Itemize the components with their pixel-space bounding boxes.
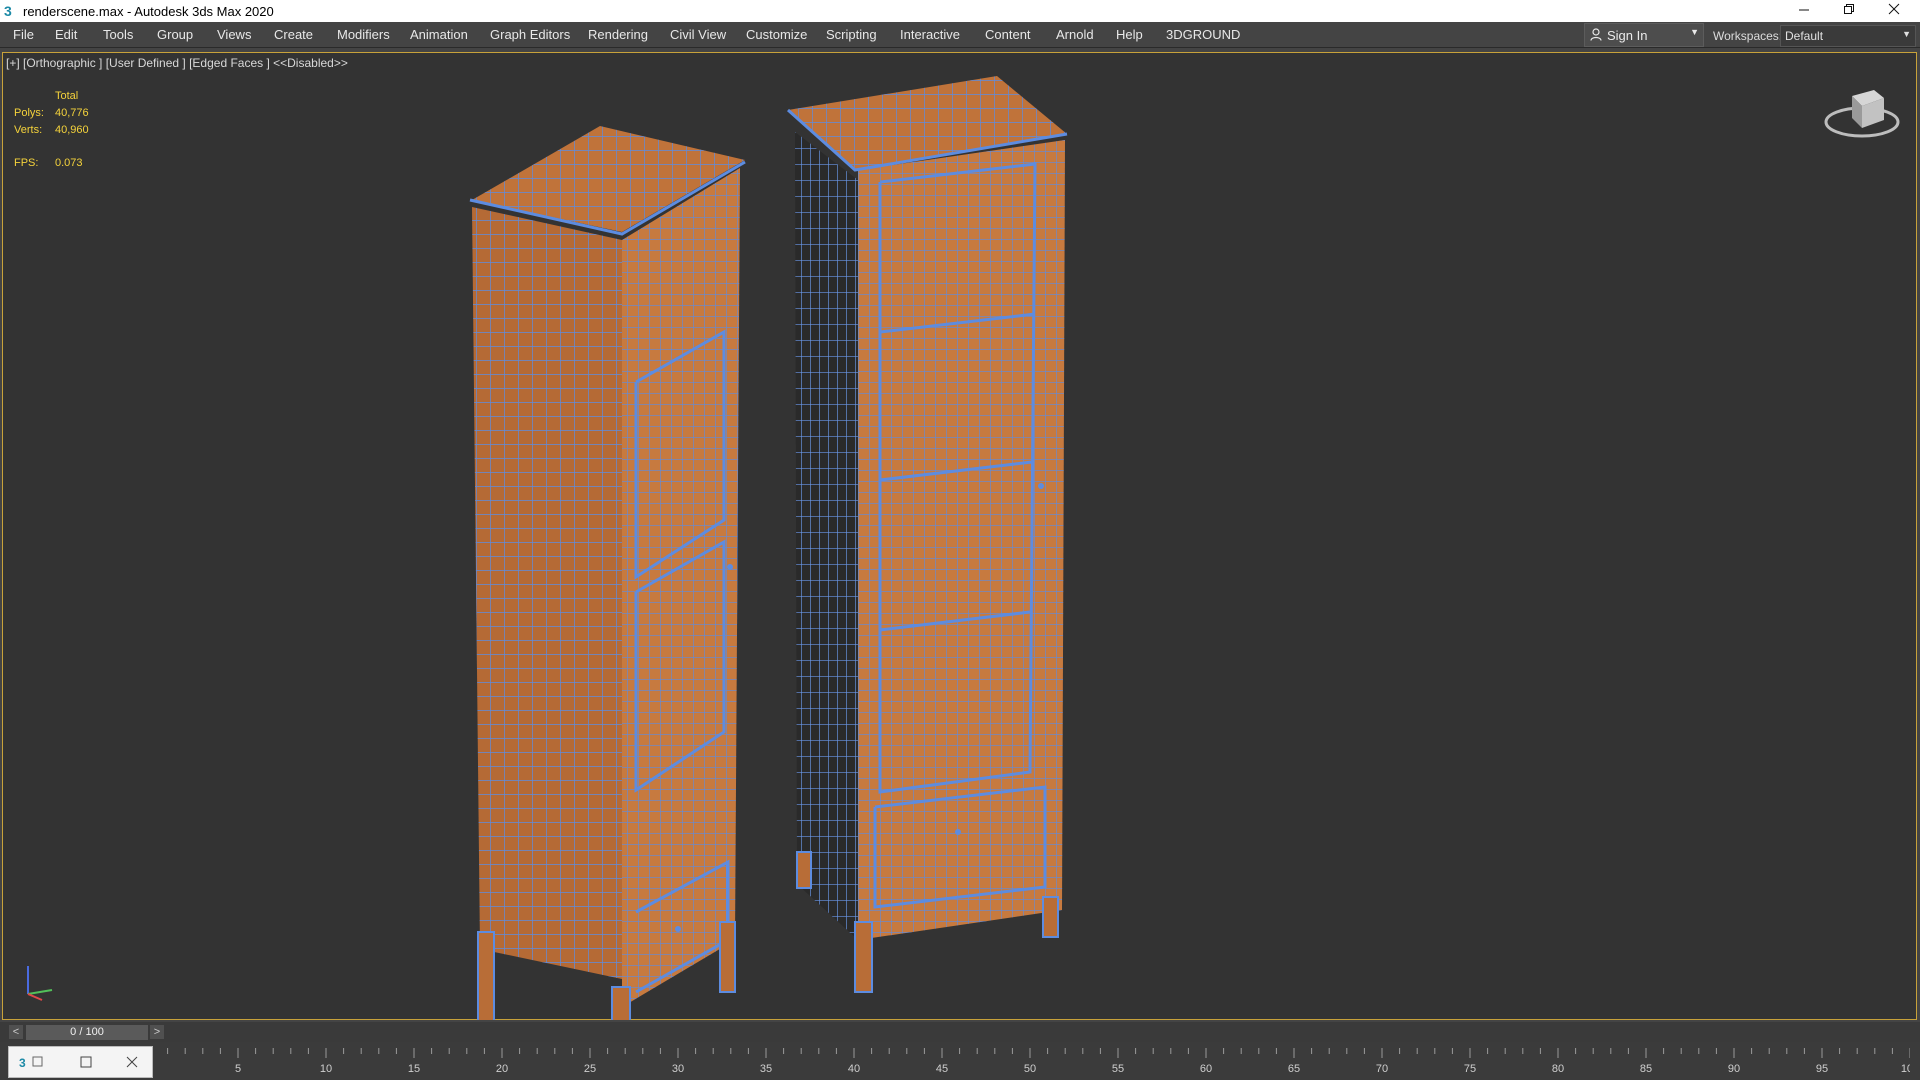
time-slider-bar — [0, 1022, 1920, 1042]
window-title: renderscene.max - Autodesk 3ds Max 2020 — [23, 4, 274, 19]
menu-interactive[interactable]: Interactive — [900, 27, 960, 42]
scene-models — [469, 76, 1068, 1020]
trackbar-label: 80 — [1552, 1063, 1564, 1075]
menu-graph-editors[interactable]: Graph Editors — [490, 27, 570, 42]
menu-scripting[interactable]: Scripting — [826, 27, 877, 42]
time-slider[interactable]: 0 / 100 — [26, 1025, 148, 1040]
menu-arnold[interactable]: Arnold — [1056, 27, 1094, 42]
mini-window-controls: 3 — [19, 1056, 138, 1070]
menu-rendering[interactable]: Rendering — [588, 27, 648, 42]
cabinet-right[interactable] — [786, 76, 1068, 993]
menu-group[interactable]: Group — [157, 27, 193, 42]
menu-customize[interactable]: Customize — [746, 27, 807, 42]
axis-tripod-icon — [27, 966, 53, 1001]
trackbar-label: 45 — [936, 1063, 948, 1075]
sign-in-label: Sign In — [1607, 28, 1648, 43]
trackbar-label: 75 — [1464, 1063, 1476, 1075]
title-bar: 3 renderscene.max - Autodesk 3ds Max 202… — [0, 0, 1920, 22]
viewcube-icon[interactable] — [1822, 84, 1902, 144]
close-icon — [1888, 3, 1900, 15]
menu-create[interactable]: Create — [274, 27, 313, 42]
trackbar-label: 35 — [760, 1063, 772, 1075]
trackbar-label: 90 — [1728, 1063, 1740, 1075]
trackbar-ticks: 5 10 15 20 25 30 35 40 45 50 55 60 65 70 75 80 85 90 95 100 — [150, 1048, 1910, 1075]
trackbar-label: 65 — [1288, 1063, 1300, 1075]
trackbar-label: 85 — [1640, 1063, 1652, 1075]
sign-in-dropdown[interactable]: Sign In ▼ — [1584, 23, 1704, 47]
trackbar-label: 30 — [672, 1063, 684, 1075]
chevron-down-icon: ▼ — [1690, 27, 1699, 37]
menu-3dground[interactable]: 3DGROUND — [1166, 27, 1240, 42]
close-button[interactable] — [1872, 0, 1916, 22]
cabinet-left[interactable] — [469, 126, 746, 1020]
menu-content[interactable]: Content — [985, 27, 1031, 42]
prev-frame-button[interactable]: < — [9, 1025, 23, 1039]
trackbar-label: 55 — [1112, 1063, 1124, 1075]
restore-icon — [1844, 4, 1854, 14]
trackbar-label: 95 — [1816, 1063, 1828, 1075]
trackbar-label: 20 — [496, 1063, 508, 1075]
app-icon: 3 — [4, 3, 12, 19]
restore-button[interactable] — [1827, 0, 1871, 22]
menu-tools[interactable]: Tools — [103, 27, 133, 42]
trackbar-label: 40 — [848, 1063, 860, 1075]
menu-civil-view[interactable]: Civil View — [670, 27, 726, 42]
trackbar-label: 70 — [1376, 1063, 1388, 1075]
minimize-button[interactable] — [1782, 0, 1826, 22]
taskbar-mini-window[interactable]: 3 — [8, 1046, 153, 1078]
trackbar-label: 15 — [408, 1063, 420, 1075]
menu-edit[interactable]: Edit — [55, 27, 77, 42]
menu-file[interactable]: File — [13, 27, 34, 42]
next-frame-button[interactable]: > — [150, 1025, 164, 1039]
workspaces-label: Workspaces: — [1713, 29, 1783, 43]
trackbar-label: 100 — [1901, 1063, 1910, 1075]
trackbar-label: 5 — [235, 1063, 241, 1075]
menu-animation[interactable]: Animation — [410, 27, 468, 42]
menu-modifiers[interactable]: Modifiers — [337, 27, 390, 42]
trackbar-label: 60 — [1200, 1063, 1212, 1075]
person-icon — [1590, 28, 1602, 41]
workspace-value: Default — [1785, 29, 1824, 43]
trackbar-label: 10 — [320, 1063, 332, 1075]
minimize-icon — [1799, 9, 1809, 11]
menu-views[interactable]: Views — [217, 27, 251, 42]
trackbar-label: 25 — [584, 1063, 596, 1075]
menu-help[interactable]: Help — [1116, 27, 1143, 42]
svg-text:3: 3 — [19, 1056, 26, 1070]
chevron-down-icon: ▼ — [1902, 29, 1911, 39]
trackbar-label: 50 — [1024, 1063, 1036, 1075]
workspaces-dropdown[interactable]: Default ▼ — [1780, 25, 1916, 47]
